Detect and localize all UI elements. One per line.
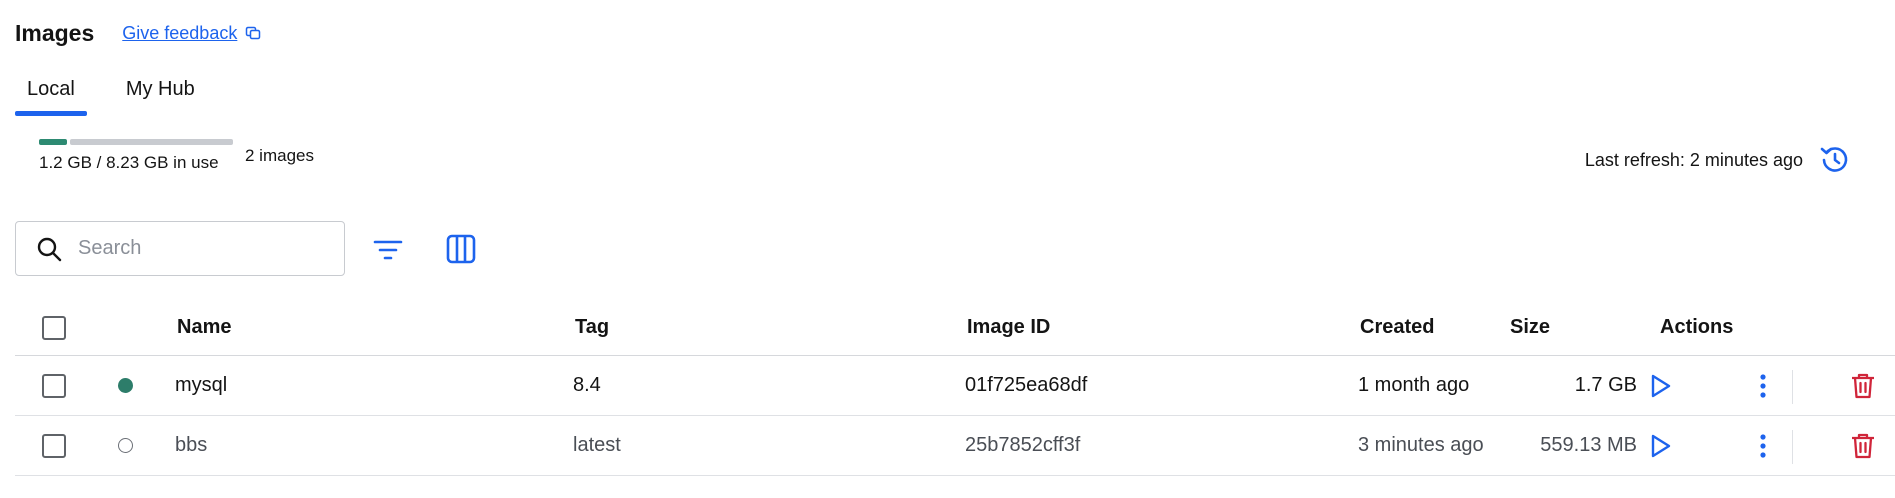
more-vertical-icon: [1760, 433, 1766, 458]
image-created: 1 month ago: [1358, 374, 1470, 396]
image-created: 3 minutes ago: [1358, 434, 1484, 456]
row-checkbox-cell: [42, 356, 66, 415]
actions-divider: [1792, 430, 1793, 464]
status-cell: [118, 416, 133, 475]
search-icon: [37, 237, 62, 261]
column-header-actions: Actions: [1660, 316, 1734, 338]
image-id: 25b7852cff3f: [965, 434, 1081, 456]
tab-local[interactable]: Local: [15, 72, 87, 116]
external-feedback-icon: [246, 26, 261, 40]
give-feedback-link[interactable]: Give feedback: [122, 23, 261, 44]
last-refresh-text: Last refresh: 2 minutes ago: [1584, 149, 1803, 170]
refresh-area: Last refresh: 2 minutes ago: [1585, 140, 1855, 180]
tab-my-hub[interactable]: My Hub: [114, 72, 207, 116]
filter-icon: [373, 240, 403, 260]
refresh-icon: [1820, 147, 1848, 172]
tab-bar: Local My Hub: [15, 72, 207, 116]
usage-bar-used: [39, 139, 67, 145]
column-header-name[interactable]: Name: [177, 300, 231, 355]
image-tag: 8.4: [573, 374, 601, 396]
more-actions-button[interactable]: [1745, 428, 1781, 464]
in-use-status-icon: [118, 378, 133, 393]
table-row[interactable]: bbs latest 25b7852cff3f 3 minutes ago 55…: [15, 416, 1895, 476]
page-header: Images Give feedback: [15, 15, 261, 51]
status-cell: [118, 356, 133, 415]
delete-button[interactable]: [1845, 428, 1881, 464]
image-size: 559.13 MB: [1540, 434, 1637, 456]
columns-icon: [446, 234, 476, 264]
give-feedback-label: Give feedback: [122, 22, 238, 43]
play-icon: [1651, 434, 1671, 457]
search-input[interactable]: [78, 237, 318, 260]
run-button[interactable]: [1643, 368, 1679, 404]
image-size: 1.7 GB: [1574, 374, 1637, 396]
refresh-button[interactable]: [1815, 140, 1855, 180]
actions-divider: [1792, 370, 1793, 404]
search-box: [15, 221, 345, 276]
column-header-size[interactable]: Size: [1510, 300, 1550, 355]
usage-text: 1.2 GB / 8.23 GB in use: [39, 153, 219, 172]
usage-bar: [39, 139, 233, 145]
trash-icon: [1852, 433, 1874, 458]
table-row[interactable]: mysql 8.4 01f725ea68df 1 month ago 1.7 G…: [15, 356, 1895, 416]
table-header-row: Name Tag Image ID Created Size Actions: [15, 300, 1895, 356]
page-title: Images: [15, 19, 95, 46]
columns-button[interactable]: [440, 228, 482, 270]
column-header-tag[interactable]: Tag: [575, 300, 609, 355]
image-name[interactable]: bbs: [175, 416, 207, 475]
image-name[interactable]: mysql: [175, 356, 227, 415]
trash-icon: [1852, 373, 1874, 398]
image-tag: latest: [573, 434, 621, 456]
row-checkbox[interactable]: [42, 373, 66, 398]
play-icon: [1651, 374, 1671, 397]
unused-status-icon: [118, 438, 133, 453]
run-button[interactable]: [1643, 428, 1679, 464]
filter-button[interactable]: [368, 230, 408, 270]
more-vertical-icon: [1760, 373, 1766, 398]
images-count: 2 images: [245, 146, 314, 165]
column-header-created[interactable]: Created: [1360, 300, 1434, 355]
select-all-checkbox[interactable]: [42, 315, 66, 340]
image-id: 01f725ea68df: [965, 374, 1088, 396]
delete-button[interactable]: [1845, 368, 1881, 404]
disk-usage: 1.2 GB / 8.23 GB in use: [39, 139, 233, 173]
row-checkbox-cell: [42, 416, 66, 475]
usage-bar-free: [70, 139, 233, 145]
select-all-cell: [42, 300, 66, 355]
more-actions-button[interactable]: [1745, 368, 1781, 404]
row-checkbox[interactable]: [42, 433, 66, 458]
column-header-image-id[interactable]: Image ID: [967, 300, 1050, 355]
images-table: Name Tag Image ID Created Size Actions m…: [15, 300, 1895, 476]
